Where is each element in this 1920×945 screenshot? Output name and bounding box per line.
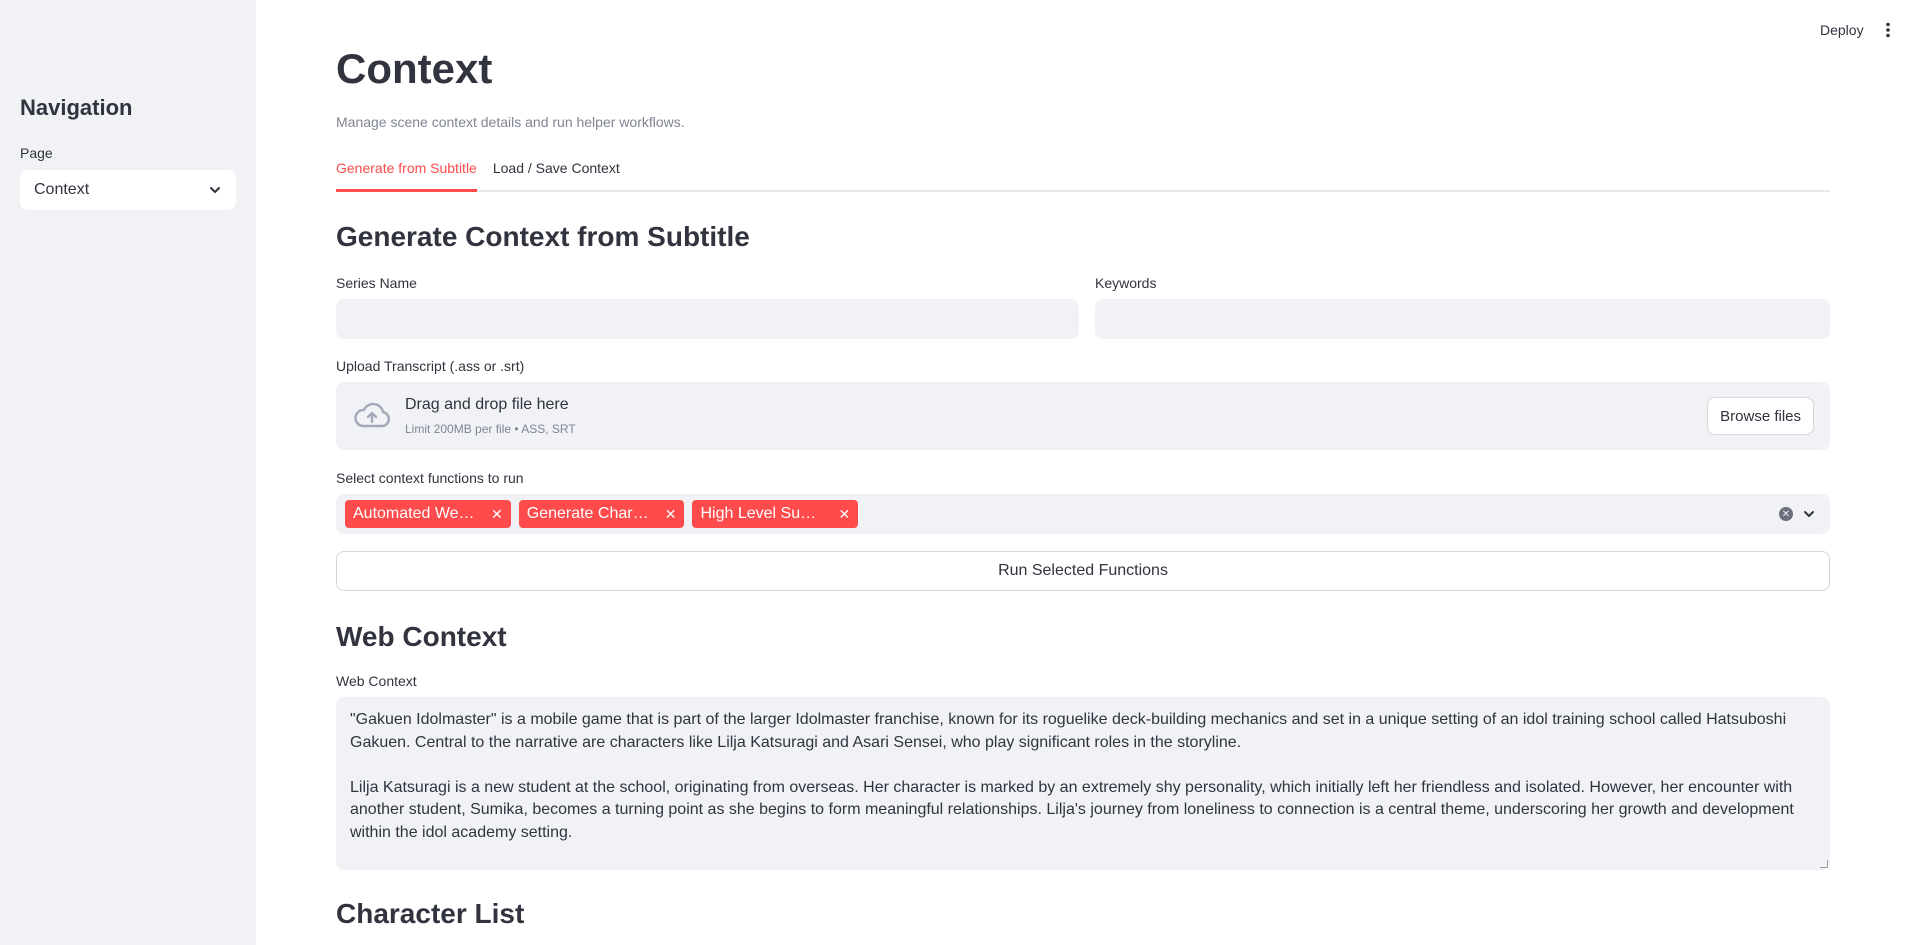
keywords-input[interactable] (1095, 299, 1830, 339)
kebab-menu-icon[interactable] (1880, 18, 1896, 42)
main-content: Context Manage scene context details and… (336, 0, 1830, 945)
browse-files-button[interactable]: Browse files (1707, 397, 1814, 435)
web-context-heading: Web Context (336, 621, 507, 652)
character-list-heading: Character List (336, 898, 525, 929)
cloud-upload-icon (352, 400, 392, 432)
close-icon[interactable]: ✕ (491, 506, 503, 523)
clear-circle-icon[interactable]: ✕ (1779, 507, 1793, 521)
chip-label: High Level Summary (700, 505, 828, 522)
web-context-textarea[interactable]: "Gakuen Idolmaster" is a mobile game tha… (336, 697, 1830, 870)
app-root: Navigation Page Context Deploy Context M… (0, 0, 1920, 945)
tab-generate-from-subtitle[interactable]: Generate from Subtitle (336, 152, 477, 192)
series-name-input[interactable] (336, 299, 1079, 339)
chip-label: Generate Character List (526, 505, 655, 522)
page-title: Context (336, 45, 493, 92)
page-caption: Manage scene context details and run hel… (336, 114, 685, 130)
resize-handle[interactable] (1820, 860, 1828, 868)
tab-load-save-context[interactable]: Load / Save Context (493, 152, 620, 190)
chevron-down-icon[interactable] (1802, 507, 1816, 526)
upload-label: Upload Transcript (.ass or .srt) (336, 358, 525, 374)
web-context-label: Web Context (336, 673, 417, 689)
selected-function-chip: Generate Character List ✕ (518, 500, 685, 528)
keywords-label: Keywords (1095, 275, 1157, 291)
file-dropzone[interactable]: Drag and drop file here Limit 200MB per … (336, 382, 1830, 450)
chevron-down-icon (208, 183, 222, 197)
functions-label: Select context functions to run (336, 470, 524, 486)
series-name-label: Series Name (336, 275, 417, 291)
page-select[interactable]: Context (20, 170, 236, 210)
dropzone-title: Drag and drop file here (405, 396, 569, 413)
sidebar-title: Navigation (20, 95, 133, 120)
page-select-label: Page (20, 145, 53, 161)
functions-multiselect[interactable]: Automated Web Search ✕ Generate Characte… (336, 494, 1830, 534)
generate-section-heading: Generate Context from Subtitle (336, 221, 750, 252)
selected-function-chip: Automated Web Search ✕ (345, 500, 511, 528)
dropzone-subtitle: Limit 200MB per file • ASS, SRT (405, 422, 576, 436)
web-context-paragraph: Lilja Katsuragi is a new student at the … (350, 778, 1794, 841)
close-icon[interactable]: ✕ (665, 506, 677, 523)
chip-label: Automated Web Search (353, 505, 481, 522)
page-select-value: Context (34, 181, 90, 198)
tab-bar: Generate from Subtitle Load / Save Conte… (336, 152, 1830, 192)
sidebar: Navigation Page Context (0, 0, 256, 945)
run-selected-functions-button[interactable]: Run Selected Functions (336, 551, 1830, 591)
web-context-paragraph: "Gakuen Idolmaster" is a mobile game tha… (350, 711, 1787, 751)
selected-function-chip: High Level Summary ✕ (692, 500, 859, 528)
close-icon[interactable]: ✕ (838, 506, 850, 523)
